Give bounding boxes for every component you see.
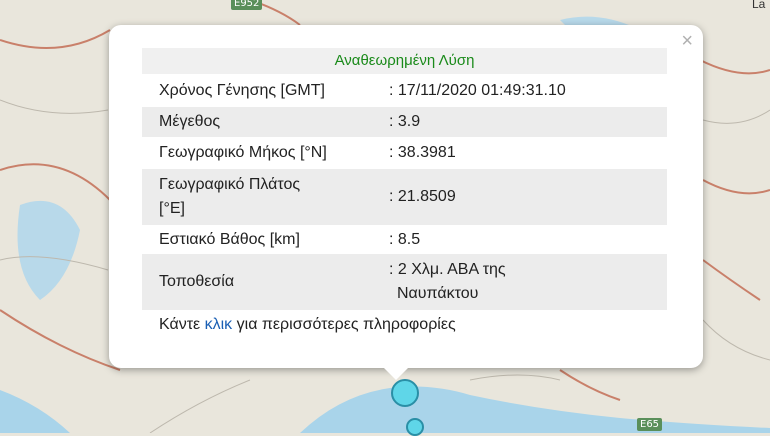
earthquake-marker[interactable] bbox=[406, 418, 424, 436]
table-row: Μέγεθος : 3.9 bbox=[142, 107, 667, 137]
footer-text-after: για περισσότερες πληροφορίες bbox=[232, 316, 456, 333]
row-value: : 3.9 bbox=[389, 107, 667, 137]
row-label-line: Γεωγραφικό Πλάτος bbox=[159, 176, 301, 193]
road-shield-e952: E952 bbox=[231, 0, 263, 10]
earthquake-popup: × Αναθεωρημένη Λύση Χρόνος Γένησης [GMT]… bbox=[109, 25, 703, 368]
table-row: Χρόνος Γένησης [GMT] : 17/11/2020 01:49:… bbox=[142, 74, 667, 107]
row-value: : 38.3981 bbox=[389, 144, 456, 161]
row-label: Εστιακό Βάθος [km] bbox=[159, 230, 300, 248]
row-label: Τοποθεσία bbox=[142, 254, 389, 310]
row-label: Μέγεθος bbox=[142, 107, 389, 137]
row-value: : 2 Χλμ. ΑΒΑ της Ναυπάκτου bbox=[389, 254, 667, 310]
footer-text-before: Κάντε bbox=[159, 316, 205, 333]
popup-title: Αναθεωρημένη Λύση bbox=[142, 48, 667, 74]
row-value-line: Ναυπάκτου bbox=[397, 285, 479, 302]
row-value: : 21.8509 bbox=[389, 169, 667, 225]
row-value: : 17/11/2020 01:49:31.10 bbox=[389, 81, 566, 99]
place-label: La bbox=[752, 0, 766, 11]
more-info-link[interactable]: κλικ bbox=[205, 316, 233, 333]
row-label: Γεωγραφικό Μήκος [°N] bbox=[159, 144, 327, 161]
table-row: Τοποθεσία : 2 Χλμ. ΑΒΑ της Ναυπάκτου bbox=[142, 254, 667, 310]
row-value-line: : 2 Χλμ. ΑΒΑ της bbox=[389, 261, 506, 278]
row-value: : 8.5 bbox=[389, 230, 421, 248]
row-label: Γεωγραφικό Πλάτος [°E] bbox=[142, 169, 389, 225]
table-row: Γεωγραφικό Πλάτος [°E] : 21.8509 bbox=[142, 169, 667, 225]
popup-tip bbox=[382, 366, 410, 380]
table-row: Εστιακό Βάθος [km] : 8.5 bbox=[142, 225, 667, 254]
earthquake-marker-selected[interactable] bbox=[391, 379, 419, 407]
table-row: Γεωγραφικό Μήκος [°N] : 38.3981 bbox=[142, 137, 667, 169]
row-label: Χρόνος Γένησης [GMT] bbox=[159, 81, 325, 99]
details-table: Χρόνος Γένησης [GMT] : 17/11/2020 01:49:… bbox=[142, 74, 667, 310]
popup-content: Αναθεωρημένη Λύση Χρόνος Γένησης [GMT] :… bbox=[142, 48, 667, 334]
more-info-text: Κάντε κλικ για περισσότερες πληροφορίες bbox=[142, 316, 667, 334]
road-shield-e65: E65 bbox=[637, 418, 663, 431]
row-label-line: [°E] bbox=[159, 200, 185, 217]
close-icon[interactable]: × bbox=[681, 31, 693, 51]
